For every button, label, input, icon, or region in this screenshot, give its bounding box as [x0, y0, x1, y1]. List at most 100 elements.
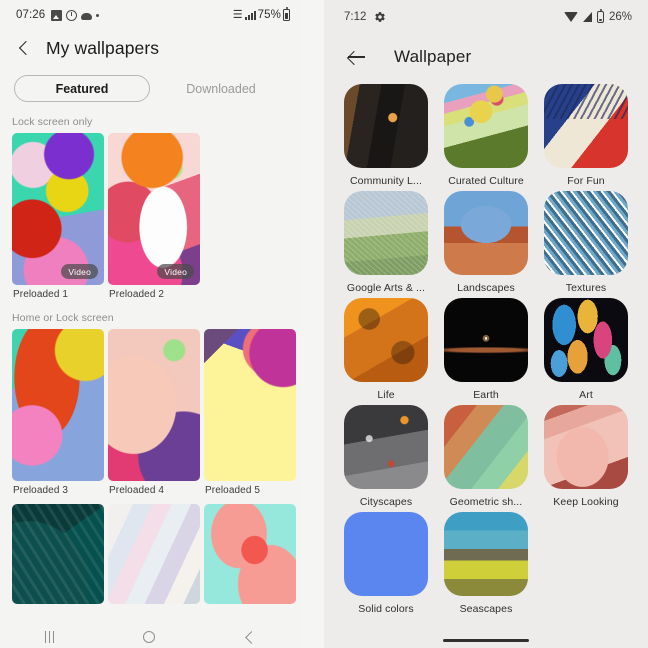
wifi-icon: [563, 12, 578, 22]
left-status-right-cluster: ☰ 75%: [232, 7, 290, 21]
left-phone-viewport: 07:26 ☰ 75% My wallpapers Featured Downl…: [0, 0, 300, 648]
category-label: Curated Culture: [448, 175, 524, 187]
wallpaper-item[interactable]: [108, 504, 200, 604]
category-label: Cityscapes: [359, 496, 413, 508]
category-label: Seascapes: [459, 603, 513, 615]
category-item-solid-colors[interactable]: Solid colors: [342, 512, 430, 615]
category-thumbnail[interactable]: [344, 405, 428, 489]
category-item-community-life[interactable]: Community L...: [342, 84, 430, 187]
right-status-left-cluster: 7:12: [344, 11, 386, 23]
battery-icon: [283, 7, 290, 21]
wallpaper-item[interactable]: [204, 504, 296, 604]
samsung-wallpaper-screen: 07:26 ☰ 75% My wallpapers Featured Downl…: [0, 0, 324, 648]
category-item-google-arts[interactable]: Google Arts & ...: [342, 191, 430, 294]
back-chevron-icon[interactable]: [14, 39, 34, 59]
wallpaper-thumbnail-preloaded-3[interactable]: [12, 329, 104, 481]
wallpaper-item[interactable]: Video Preloaded 2: [108, 133, 200, 300]
arrow-back-icon[interactable]: [346, 46, 368, 68]
wallpaper-thumbnail-preloaded-1[interactable]: Video: [12, 133, 104, 285]
wallpaper-item[interactable]: Preloaded 4: [108, 329, 200, 496]
photo-icon: [51, 9, 63, 21]
cellular-signal-icon: [244, 10, 256, 20]
wallpaper-caption: Preloaded 5: [205, 485, 261, 496]
category-item-life[interactable]: Life: [342, 298, 430, 401]
wallpaper-category-grid: Community L... Curated Culture For Fun G…: [324, 84, 648, 615]
dual-screenshot-stage: 07:26 ☰ 75% My wallpapers Featured Downl…: [0, 0, 648, 648]
category-thumbnail[interactable]: [444, 298, 528, 382]
status-time: 07:26: [16, 9, 46, 21]
wifi-icon: ☰: [232, 8, 243, 21]
category-label: Landscapes: [457, 282, 515, 294]
category-thumbnail[interactable]: [344, 191, 428, 275]
category-item-landscapes[interactable]: Landscapes: [442, 191, 530, 294]
category-item-for-fun[interactable]: For Fun: [542, 84, 630, 187]
tab-featured[interactable]: Featured: [14, 75, 150, 102]
video-badge: Video: [61, 264, 98, 279]
category-label: Art: [579, 389, 593, 401]
right-status-bar: 7:12 26%: [324, 0, 648, 34]
category-item-keep-looking[interactable]: Keep Looking: [542, 405, 630, 508]
left-app-bar: My wallpapers: [0, 30, 300, 73]
category-thumbnail[interactable]: [544, 84, 628, 168]
category-label: Earth: [473, 389, 499, 401]
status-time: 7:12: [344, 11, 367, 23]
clock-icon: [66, 9, 78, 21]
category-thumbnail[interactable]: [344, 84, 428, 168]
category-item-cityscapes[interactable]: Cityscapes: [342, 405, 430, 508]
category-item-curated-culture[interactable]: Curated Culture: [442, 84, 530, 187]
wallpaper-thumbnail-preloaded-2[interactable]: Video: [108, 133, 200, 285]
category-label: Solid colors: [358, 603, 414, 615]
category-item-textures[interactable]: Textures: [542, 191, 630, 294]
wallpaper-thumbnail-partial-1[interactable]: [12, 504, 104, 604]
battery-icon: [596, 9, 604, 23]
wallpaper-item[interactable]: Video Preloaded 1: [12, 133, 104, 300]
category-item-art[interactable]: Art: [542, 298, 630, 401]
pixel-wallpaper-screen: 7:12 26% Wallpaper Community L... Curate…: [324, 0, 648, 648]
category-thumbnail[interactable]: [444, 405, 528, 489]
wallpaper-thumbnail-preloaded-5[interactable]: [204, 329, 296, 481]
category-item-geometric-shapes[interactable]: Geometric sh...: [442, 405, 530, 508]
category-label: Life: [377, 389, 395, 401]
category-label: Community L...: [349, 175, 422, 187]
category-thumbnail[interactable]: [444, 512, 528, 596]
wallpaper-caption: Preloaded 4: [109, 485, 165, 496]
tab-downloaded[interactable]: Downloaded: [156, 75, 286, 102]
category-thumbnail[interactable]: [544, 405, 628, 489]
wallpaper-item[interactable]: [12, 504, 104, 604]
category-thumbnail[interactable]: [444, 84, 528, 168]
category-label: Geometric sh...: [449, 496, 523, 508]
recents-icon[interactable]: [44, 631, 55, 643]
wallpaper-thumbnail-preloaded-4[interactable]: [108, 329, 200, 481]
cellular-signal-icon: [582, 12, 592, 22]
cloud-icon: [81, 12, 93, 20]
category-item-empty-slot: [542, 512, 630, 615]
wallpaper-caption: Preloaded 2: [109, 289, 165, 300]
category-item-earth[interactable]: Earth: [442, 298, 530, 401]
wallpaper-item[interactable]: Preloaded 5: [204, 329, 296, 496]
wallpaper-caption: Preloaded 3: [13, 485, 69, 496]
category-item-seascapes[interactable]: Seascapes: [442, 512, 530, 615]
gesture-handle[interactable]: [443, 639, 529, 642]
page-title: Wallpaper: [394, 47, 472, 66]
home-icon[interactable]: [143, 631, 156, 643]
category-thumbnail[interactable]: [444, 191, 528, 275]
dot-icon: [96, 13, 100, 17]
wallpaper-thumbnail-partial-3[interactable]: [204, 504, 296, 604]
wallpaper-caption: Preloaded 1: [13, 289, 69, 300]
battery-percent: 26%: [608, 11, 632, 23]
battery-percent: 75%: [257, 9, 281, 21]
wallpaper-row-partial: [0, 496, 300, 604]
category-thumbnail[interactable]: [344, 298, 428, 382]
wallpaper-item[interactable]: Preloaded 3: [12, 329, 104, 496]
category-label: Textures: [565, 282, 607, 294]
wallpaper-row-home-or-lock: Preloaded 3 Preloaded 4 Preloaded 5: [0, 329, 300, 496]
left-navigation-bar: [0, 626, 300, 648]
wallpaper-row-lock-screen: Video Preloaded 1 Video Preloaded 2: [0, 133, 300, 300]
category-thumbnail[interactable]: [544, 191, 628, 275]
page-title: My wallpapers: [46, 38, 160, 58]
category-thumbnail[interactable]: [344, 512, 428, 596]
category-label: Google Arts & ...: [346, 282, 426, 294]
wallpaper-thumbnail-partial-2[interactable]: [108, 504, 200, 604]
back-icon[interactable]: [244, 632, 255, 643]
category-thumbnail[interactable]: [544, 298, 628, 382]
